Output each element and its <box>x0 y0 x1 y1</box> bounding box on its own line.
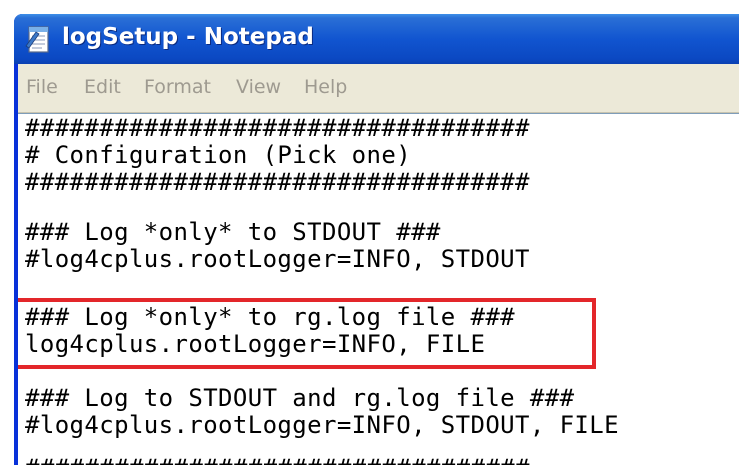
menu-file[interactable]: File <box>26 76 58 98</box>
highlight-annotation-box <box>18 298 596 369</box>
editor-line: ################################## <box>25 114 530 142</box>
editor-line: # Configuration (Pick one) <box>25 141 412 169</box>
menu-format[interactable]: Format <box>144 76 211 98</box>
menu-bar: File Edit Format View Help <box>18 64 739 113</box>
editor-line: ################################## <box>25 168 530 196</box>
editor-line: ################################## <box>25 454 530 465</box>
editor-line: ### Log to STDOUT and rg.log file ### <box>25 384 575 412</box>
text-editor[interactable]: ################################## # Con… <box>18 113 739 465</box>
notepad-icon[interactable] <box>24 24 52 54</box>
editor-line: ### Log *only* to STDOUT ### <box>25 218 441 246</box>
title-bar[interactable]: logSetup - Notepad <box>14 14 739 64</box>
window-title: logSetup - Notepad <box>62 24 314 50</box>
menu-help[interactable]: Help <box>304 76 347 98</box>
menu-edit[interactable]: Edit <box>84 76 121 98</box>
menu-view[interactable]: View <box>236 76 281 98</box>
editor-line: #log4cplus.rootLogger=INFO, STDOUT, FILE <box>25 411 619 439</box>
notepad-window: logSetup - Notepad File Edit Format View… <box>14 14 739 465</box>
editor-line: #log4cplus.rootLogger=INFO, STDOUT <box>25 245 530 273</box>
